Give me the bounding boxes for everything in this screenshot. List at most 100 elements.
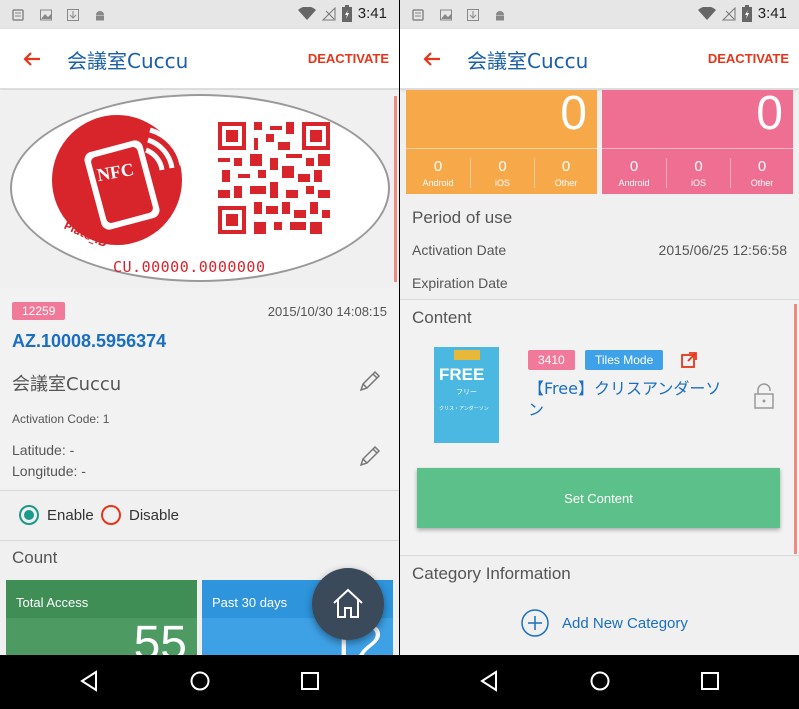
pink-stat-card: 0 0 Android 0 iOS 0 Other <box>602 90 793 194</box>
wifi-icon <box>697 6 716 20</box>
lock-icon[interactable] <box>752 382 776 410</box>
no-signal-icon <box>721 6 736 20</box>
no-signal-icon <box>321 6 336 20</box>
disable-label: Disable <box>129 506 180 524</box>
location-name: 会議室Cuccu <box>12 374 122 395</box>
add-category-button[interactable]: Add New Category <box>520 608 688 638</box>
left-content: NFC Plate_ID CU.00000.0000000 12259 2015… <box>0 90 399 655</box>
card-divider <box>602 148 793 149</box>
book-sub: フリー <box>456 388 477 396</box>
plate-image-area: NFC Plate_ID CU.00000.0000000 <box>0 90 399 286</box>
book-author: クリス・アンダーソン <box>439 406 489 412</box>
disable-radio[interactable]: Disable <box>100 504 179 526</box>
recents-nav-icon[interactable] <box>299 670 321 692</box>
stat-cell-other: 0 Other <box>534 158 597 188</box>
notification-icon <box>412 9 424 21</box>
card-label: Total Access <box>16 595 89 610</box>
add-circle-icon <box>521 609 549 637</box>
stat-cell-other: 0 Other <box>730 158 793 188</box>
info-card: 12259 2015/10/30 14:08:15 AZ.10008.59563… <box>0 288 399 488</box>
app-bar: 会議室Cuccu DEACTIVATE <box>400 29 799 89</box>
divider <box>0 490 399 491</box>
nav-bar <box>400 655 799 709</box>
card-value: 55 <box>133 617 187 655</box>
latitude: Latitude: - <box>12 442 75 458</box>
plate-id: AZ.10008.5956374 <box>12 331 167 351</box>
radio-checked-icon <box>19 505 39 525</box>
edit-name-icon[interactable] <box>357 368 383 394</box>
enable-label: Enable <box>47 506 94 524</box>
add-category-label: Add New Category <box>562 614 688 632</box>
page-title: 会議室Cuccu <box>67 49 189 73</box>
home-nav-icon[interactable] <box>189 670 211 692</box>
book-cover[interactable]: FREE フリー クリス・アンダーソン <box>434 347 499 443</box>
count-title: Count <box>12 548 58 567</box>
download-icon <box>467 9 479 21</box>
content-badge: 3410 <box>528 350 575 370</box>
total-access-card: Total Access 55 <box>6 580 197 655</box>
tiles-mode-badge: Tiles Mode <box>585 350 664 370</box>
divider <box>400 555 799 556</box>
back-arrow-icon[interactable] <box>420 47 444 71</box>
card-header: Total Access <box>6 580 197 618</box>
enable-radio[interactable]: Enable <box>18 504 94 526</box>
nav-bar <box>0 655 399 709</box>
deactivate-button[interactable]: DEACTIVATE <box>708 51 789 66</box>
scroll-indicator[interactable] <box>394 96 397 282</box>
divider <box>0 540 399 541</box>
home-icon <box>333 588 363 618</box>
status-time: 3:41 <box>757 5 787 22</box>
download-icon <box>67 9 79 21</box>
card-value: 0 <box>560 90 587 140</box>
period-title: Period of use <box>412 208 513 227</box>
content-item-title[interactable]: 【Free】クリスアンダーソン <box>528 378 728 420</box>
card-label: Past 30 days <box>212 595 288 610</box>
back-arrow-icon[interactable] <box>20 47 44 71</box>
right-screen: 3:41 会議室Cuccu DEACTIVATE 0 0 Android 0 iOS… <box>400 0 799 709</box>
android-icon <box>96 11 104 21</box>
notification-icon <box>12 9 24 21</box>
book-title: FREE <box>439 365 485 384</box>
timestamp: 2015/10/30 14:08:15 <box>267 304 387 319</box>
app-bar: 会議室Cuccu DEACTIVATE <box>0 29 399 89</box>
external-link-icon[interactable] <box>680 351 698 369</box>
deactivate-button[interactable]: DEACTIVATE <box>308 51 389 66</box>
home-fab[interactable] <box>312 568 384 640</box>
category-title: Category Information <box>412 564 571 583</box>
content-title: Content <box>412 308 472 327</box>
qr-code <box>218 122 330 234</box>
android-icon <box>496 11 504 21</box>
home-nav-icon[interactable] <box>589 670 611 692</box>
status-time: 3:41 <box>357 5 387 22</box>
card-value: 0 <box>756 90 783 140</box>
expiration-date-label: Expiration Date <box>412 275 508 291</box>
status-bar: 3:41 <box>400 0 799 29</box>
radio-unchecked-icon <box>101 505 121 525</box>
battery-icon <box>341 5 352 22</box>
right-content: 0 0 Android 0 iOS 0 Other 0 0 Android 0 iOS 0… <box>400 90 799 655</box>
id-badge: 12259 <box>12 302 66 320</box>
content-section: Content FREE フリー クリス・アンダーソン 3410 Tiles M… <box>400 300 799 555</box>
stat-cell-ios: 0 iOS <box>470 158 534 188</box>
card-divider <box>406 148 597 149</box>
set-content-label: Set Content <box>564 490 633 506</box>
back-nav-icon[interactable] <box>478 670 500 692</box>
book-cover-label <box>454 350 480 360</box>
recents-nav-icon[interactable] <box>699 670 721 692</box>
edit-location-icon[interactable] <box>357 443 383 469</box>
orange-stat-card: 0 0 Android 0 iOS 0 Other <box>406 90 597 194</box>
wifi-icon <box>297 6 316 20</box>
battery-icon <box>741 5 752 22</box>
stat-cell-ios: 0 iOS <box>666 158 730 188</box>
scroll-indicator[interactable] <box>794 304 797 554</box>
stat-cell-android: 0 Android <box>618 158 650 188</box>
longitude: Longitude: - <box>12 463 86 479</box>
status-bar: 3:41 <box>0 0 399 29</box>
image-icon <box>440 9 452 21</box>
activation-date-label: Activation Date <box>412 242 507 258</box>
image-icon <box>40 9 52 21</box>
activation-date-value: 2015/06/25 12:56:58 <box>658 242 787 258</box>
set-content-button[interactable]: Set Content <box>417 468 780 528</box>
back-nav-icon[interactable] <box>78 670 100 692</box>
left-screen: 3:41 会議室Cuccu DEACTIVATE NFC Plate_ID CU… <box>0 0 399 709</box>
